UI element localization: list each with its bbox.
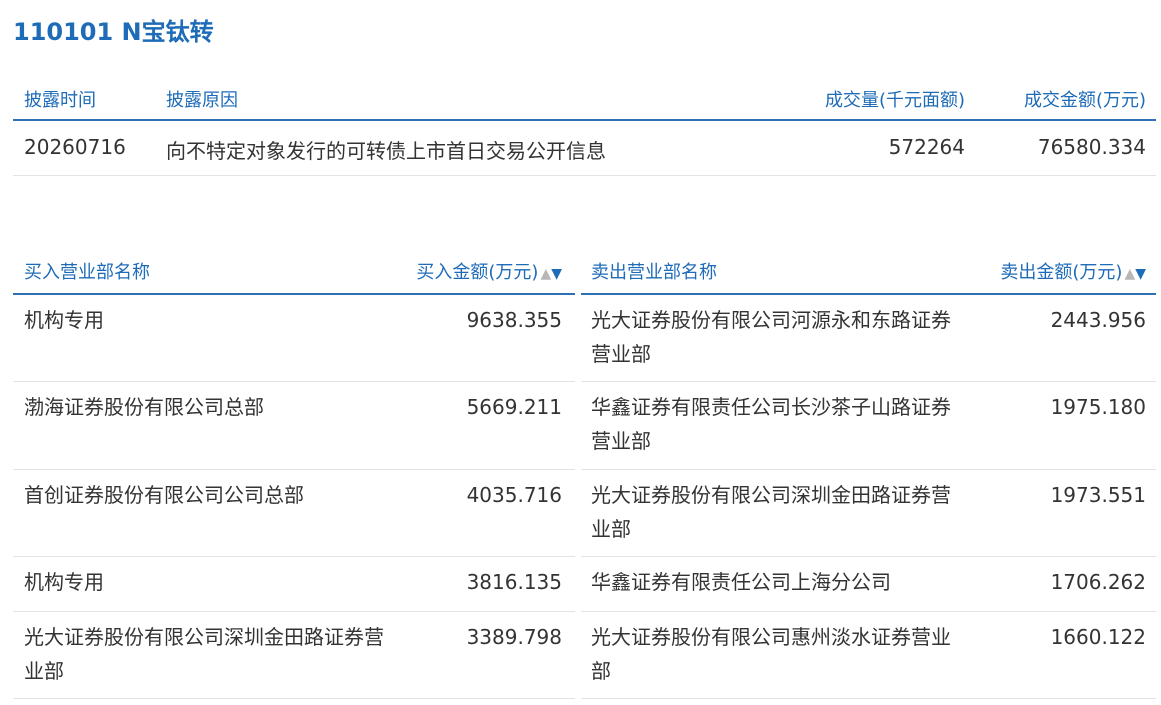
sort-up-icon[interactable]: ▲: [540, 266, 551, 282]
header-sell-amount: 卖出金额(万元): [1000, 262, 1123, 283]
table-row: 机构专用 9638.355: [13, 295, 575, 382]
header-disclosure-date: 披露时间: [24, 90, 96, 111]
disclosure-table: 披露时间 披露原因 成交量(千元面额) 成交金额(万元) 20260716 向不…: [13, 74, 1156, 176]
buy-amount: 5669.211: [466, 395, 562, 419]
buy-header-row: 买入营业部名称 买入金额(万元) ▲▼: [13, 245, 575, 295]
sell-table: 卖出营业部名称 卖出金额(万元) ▲▼ 光大证券股份有限公司河源永和东路证券营业部…: [581, 245, 1156, 699]
sort-arrows-icon[interactable]: ▲▼: [1124, 266, 1146, 282]
disclosure-row: 20260716 向不特定对象发行的可转债上市首日交易公开信息 572264 7…: [13, 121, 1156, 176]
buy-branch-name: 首创证券股份有限公司公司总部: [24, 483, 304, 507]
header-buy-name: 买入营业部名称: [24, 262, 150, 283]
table-row: 华鑫证券有限责任公司上海分公司 1706.262: [581, 557, 1156, 612]
buy-amount: 3389.798: [466, 625, 562, 649]
table-row: 光大证券股份有限公司深圳金田路证券营业部 1973.551: [581, 470, 1156, 557]
sort-up-icon[interactable]: ▲: [1124, 266, 1135, 282]
table-row: 华鑫证券有限责任公司长沙茶子山路证券营业部 1975.180: [581, 382, 1156, 470]
disclosure-date: 20260716: [24, 135, 126, 159]
buy-table: 买入营业部名称 买入金额(万元) ▲▼ 机构专用 9638.355 渤海证券股份有…: [13, 245, 575, 699]
buy-branch-name: 机构专用: [24, 308, 104, 332]
buy-amount: 3816.135: [466, 570, 562, 594]
page-title: 110101 N宝钛转: [13, 18, 214, 46]
header-buy-amount-sort[interactable]: 买入金额(万元) ▲▼: [416, 258, 562, 284]
sell-branch-name: 光大证券股份有限公司深圳金田路证券营业部: [591, 483, 951, 541]
sell-amount: 1660.122: [1050, 625, 1146, 649]
buy-amount: 4035.716: [466, 483, 562, 507]
header-sell-name: 卖出营业部名称: [591, 262, 717, 283]
header-sell-amount-sort[interactable]: 卖出金额(万元) ▲▼: [1000, 258, 1146, 284]
sell-amount: 1706.262: [1050, 570, 1146, 594]
table-row: 光大证券股份有限公司深圳金田路证券营业部 3389.798: [13, 612, 575, 699]
sell-branch-name: 光大证券股份有限公司惠州淡水证券营业部: [591, 625, 951, 683]
disclosure-volume: 572264: [888, 135, 965, 159]
sort-arrows-icon[interactable]: ▲▼: [540, 266, 562, 282]
table-row: 渤海证券股份有限公司总部 5669.211: [13, 382, 575, 470]
buy-branch-name: 光大证券股份有限公司深圳金田路证券营业部: [24, 625, 384, 683]
disclosure-amount: 76580.334: [1037, 135, 1146, 159]
sort-down-icon[interactable]: ▼: [551, 266, 562, 282]
header-volume: 成交量(千元面额): [824, 90, 965, 111]
sell-amount: 1975.180: [1050, 395, 1146, 419]
sell-amount: 1973.551: [1050, 483, 1146, 507]
header-buy-amount: 买入金额(万元): [416, 262, 539, 283]
sell-branch-name: 华鑫证券有限责任公司上海分公司: [591, 570, 891, 594]
table-row: 光大证券股份有限公司惠州淡水证券营业部 1660.122: [581, 612, 1156, 699]
sort-down-icon[interactable]: ▼: [1135, 266, 1146, 282]
table-row: 机构专用 3816.135: [13, 557, 575, 612]
header-disclosure-reason: 披露原因: [166, 90, 238, 111]
buy-branch-name: 渤海证券股份有限公司总部: [24, 395, 264, 419]
disclosure-reason: 向不特定对象发行的可转债上市首日交易公开信息: [166, 139, 606, 163]
buy-branch-name: 机构专用: [24, 570, 104, 594]
disclosure-header-row: 披露时间 披露原因 成交量(千元面额) 成交金额(万元): [13, 74, 1156, 121]
buy-amount: 9638.355: [466, 308, 562, 332]
sell-branch-name: 光大证券股份有限公司河源永和东路证券营业部: [591, 308, 951, 366]
sell-branch-name: 华鑫证券有限责任公司长沙茶子山路证券营业部: [591, 395, 951, 453]
sell-amount: 2443.956: [1050, 308, 1146, 332]
table-row: 首创证券股份有限公司公司总部 4035.716: [13, 470, 575, 557]
table-row: 光大证券股份有限公司河源永和东路证券营业部 2443.956: [581, 295, 1156, 382]
header-amount: 成交金额(万元): [1023, 90, 1146, 111]
sell-header-row: 卖出营业部名称 卖出金额(万元) ▲▼: [581, 245, 1156, 295]
